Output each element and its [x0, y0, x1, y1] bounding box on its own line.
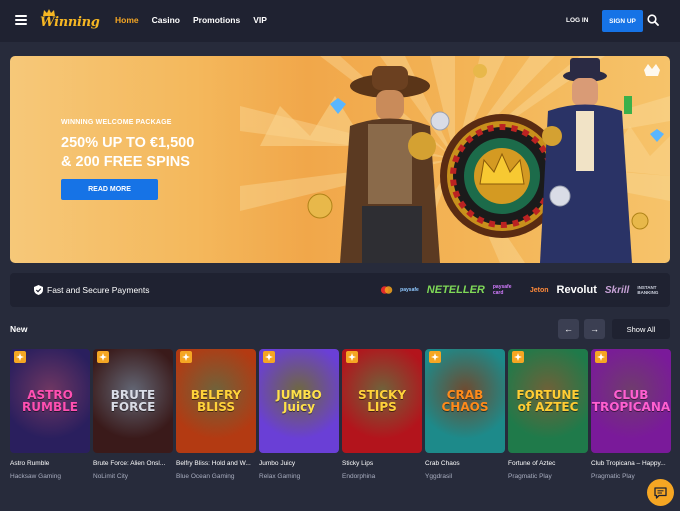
- game-card[interactable]: ASTRO RUMBLE Astro Rumble Hacksaw Gaming: [10, 349, 90, 480]
- game-provider: Yggdrasil: [425, 473, 453, 480]
- game-art-title: CRAB CHAOS: [441, 388, 489, 414]
- game-art-title: STICKY LIPS: [357, 388, 407, 414]
- game-thumbnail[interactable]: CLUB TROPICANA: [591, 349, 671, 453]
- hero-illustration: [307, 58, 664, 263]
- game-thumbnail[interactable]: BELFRY BLISS: [176, 349, 256, 453]
- live-chat-button[interactable]: [647, 479, 674, 506]
- hero-title-line1: 250% UP TO €1,500: [61, 135, 195, 151]
- new-badge-icon: [263, 351, 275, 363]
- game-thumbnail[interactable]: CRAB CHAOS: [425, 349, 505, 453]
- game-thumbnail[interactable]: STICKY LIPS: [342, 349, 422, 453]
- game-card[interactable]: STICKY LIPS Sticky Lips Endorphina: [342, 349, 422, 480]
- new-badge-icon: [512, 351, 524, 363]
- game-name[interactable]: Brute Force: Alien Onsl...: [93, 460, 173, 467]
- game-thumbnail[interactable]: FORTUNE of AZTEC: [508, 349, 588, 453]
- prev-arrow-button[interactable]: ←: [558, 319, 579, 339]
- hero-title-line2: & 200 FREE SPINS: [61, 154, 190, 170]
- payment-logos: paysafe NETELLER paysafe card Jeton Revo…: [379, 282, 670, 298]
- jeton-logo: Jeton: [529, 286, 549, 294]
- payments-label: Fast and Secure Payments: [34, 285, 150, 295]
- revolut-logo: Revolut: [556, 284, 597, 296]
- game-provider: Endorphina: [342, 473, 376, 480]
- game-art-title: BRUTE FORCE: [110, 388, 156, 414]
- winning-logo[interactable]: Winning: [40, 9, 100, 33]
- game-art-title: JUMBO Juicy: [276, 388, 322, 414]
- game-card[interactable]: CLUB TROPICANA Club Tropicana – Happy...…: [591, 349, 671, 480]
- new-badge-icon: [429, 351, 441, 363]
- login-button[interactable]: LOG IN: [566, 17, 588, 24]
- hero-title: 250% UP TO €1,500 & 200 FREE SPINS: [61, 134, 194, 172]
- game-name[interactable]: Club Tropicana – Happy...: [591, 460, 671, 467]
- game-thumbnail[interactable]: ASTRO RUMBLE: [10, 349, 90, 453]
- logo-text: Winning: [40, 15, 100, 30]
- instant-banking-logo: INSTANT BANKING: [637, 285, 659, 295]
- game-name[interactable]: Crab Chaos: [425, 460, 505, 467]
- game-card[interactable]: FORTUNE of AZTEC Fortune of Aztec Pragma…: [508, 349, 588, 480]
- new-badge-icon: [14, 351, 26, 363]
- new-badge-icon: [97, 351, 109, 363]
- nav-home[interactable]: Home: [115, 15, 139, 25]
- hero-banner[interactable]: WINNING WELCOME PACKAGE 250% UP TO €1,50…: [10, 56, 670, 263]
- game-card[interactable]: BELFRY BLISS Belfry Bliss: Hold and W...…: [176, 349, 256, 480]
- game-provider: Pragmatic Play: [508, 473, 552, 480]
- menu-icon[interactable]: [15, 15, 27, 25]
- skrill-logo: Skrill: [604, 284, 630, 296]
- new-badge-icon: [595, 351, 607, 363]
- game-name[interactable]: Jumbo Juicy: [259, 460, 339, 467]
- paysafe-logo: paysafe: [400, 287, 419, 293]
- game-art-title: ASTRO RUMBLE: [22, 388, 78, 414]
- game-art-title: CLUB TROPICANA: [591, 388, 671, 414]
- paysafecard-logo: paysafe card: [492, 284, 512, 296]
- top-header: Winning Home Casino Promotions VIP LOG I…: [0, 0, 680, 42]
- next-arrow-button[interactable]: →: [584, 319, 605, 339]
- game-provider: NoLimit City: [93, 473, 129, 480]
- game-thumbnail[interactable]: JUMBO Juicy: [259, 349, 339, 453]
- game-art-title: BELFRY BLISS: [190, 388, 242, 414]
- game-provider: Relax Gaming: [259, 473, 301, 480]
- nav-vip[interactable]: VIP: [253, 15, 267, 25]
- game-name[interactable]: Fortune of Aztec: [508, 460, 588, 467]
- game-provider: Hacksaw Gaming: [10, 473, 61, 480]
- game-provider: Blue Ocean Gaming: [176, 473, 235, 480]
- game-name[interactable]: Astro Rumble: [10, 460, 90, 467]
- game-thumbnail[interactable]: BRUTE FORCE: [93, 349, 173, 453]
- new-section-title: New: [10, 324, 28, 334]
- new-badge-icon: [180, 351, 192, 363]
- main-nav: Home Casino Promotions VIP: [115, 15, 280, 25]
- game-art-title: FORTUNE of AZTEC: [516, 388, 580, 414]
- game-card[interactable]: BRUTE FORCE Brute Force: Alien Onsl... N…: [93, 349, 173, 480]
- nav-promotions[interactable]: Promotions: [193, 15, 240, 25]
- neteller-logo: NETELLER: [426, 284, 485, 296]
- game-card[interactable]: CRAB CHAOS Crab Chaos Yggdrasil: [425, 349, 505, 480]
- read-more-button[interactable]: READ MORE: [61, 179, 158, 200]
- signup-button[interactable]: SIGN UP: [602, 10, 643, 32]
- hero-eyebrow: WINNING WELCOME PACKAGE: [61, 119, 172, 126]
- mastercard-logo-icon: [380, 286, 393, 294]
- arrow-right-icon: →: [590, 324, 599, 334]
- game-name[interactable]: Belfry Bliss: Hold and W...: [176, 460, 256, 467]
- nav-casino[interactable]: Casino: [152, 15, 180, 25]
- payments-strip: Fast and Secure Payments paysafe NETELLE…: [10, 273, 670, 307]
- cowboy-character-graphic: [340, 66, 440, 263]
- new-badge-icon: [346, 351, 358, 363]
- game-card[interactable]: JUMBO Juicy Jumbo Juicy Relax Gaming: [259, 349, 339, 480]
- brand-mark: [644, 64, 660, 76]
- arrow-left-icon: ←: [564, 324, 573, 334]
- shield-check-icon: [34, 285, 43, 295]
- payments-label-text: Fast and Secure Payments: [47, 285, 150, 295]
- chat-icon: [654, 486, 667, 499]
- show-all-button[interactable]: Show All: [612, 319, 670, 339]
- search-icon[interactable]: [647, 14, 659, 26]
- game-name[interactable]: Sticky Lips: [342, 460, 422, 467]
- gentleman-character-graphic: [540, 58, 632, 263]
